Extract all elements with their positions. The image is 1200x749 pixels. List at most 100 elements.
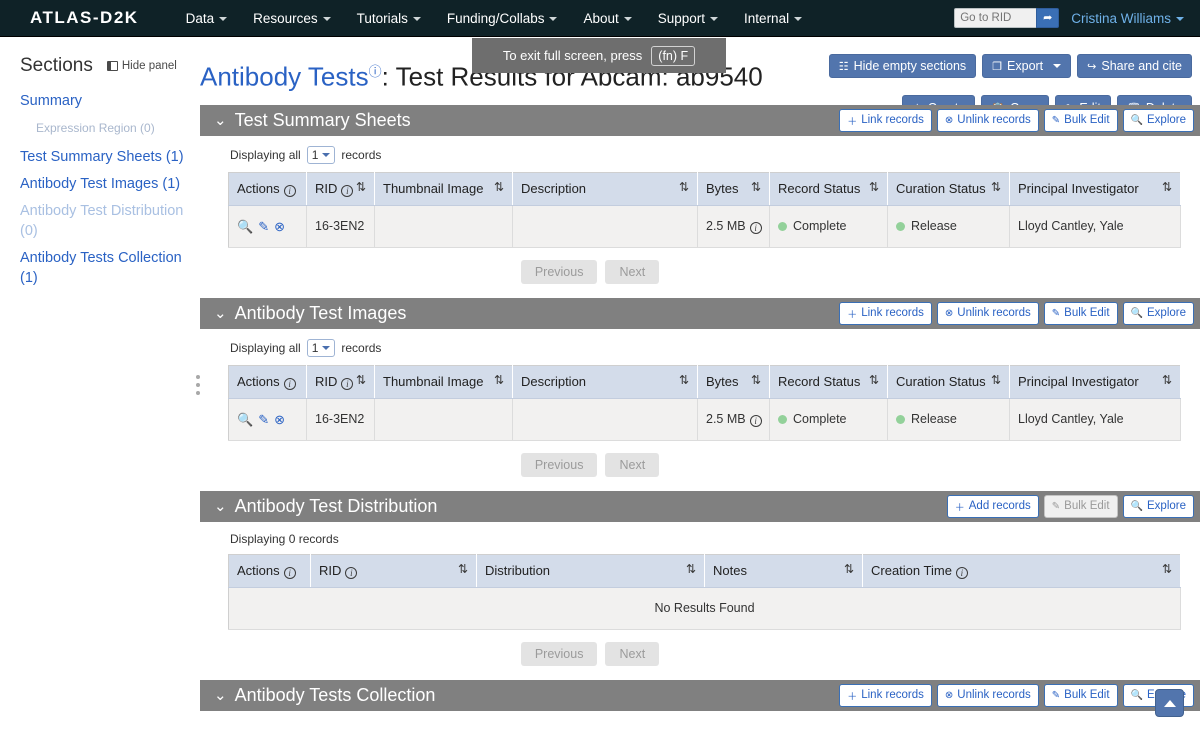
button-label: Unlink records — [957, 689, 1031, 702]
view-icon[interactable]: 🔍 — [237, 413, 253, 426]
sidebar-item-test-summary-sheets-1[interactable]: Test Summary Sheets (1) — [20, 147, 190, 167]
next-page-button[interactable]: Next — [605, 452, 660, 477]
column-header-description[interactable]: Description ⇅ — [512, 365, 698, 399]
previous-page-button[interactable]: Previous — [520, 452, 598, 477]
explore-button[interactable]: 🔍 Explore — [1122, 108, 1194, 132]
go-to-rid-input[interactable] — [954, 8, 1037, 28]
sort-icon[interactable]: ⇅ — [1162, 562, 1172, 576]
records-table-wrapper: Actions i RID i ⇅ Distribution ⇅ Notes ⇅ Creation… — [200, 553, 1200, 630]
page-size-select[interactable]: 1 — [306, 338, 336, 357]
link-records-button[interactable]: ＋ Link records — [839, 301, 932, 325]
sort-icon[interactable]: ⇅ — [679, 181, 689, 194]
table-row: 🔍 ✎ ⊗ 16-3EN2 2.5 MB i Complete Release Lloyd Ca… — [228, 398, 1181, 441]
sort-icon[interactable]: ⇅ — [991, 181, 1001, 194]
column-header-thumbnail-image[interactable]: Thumbnail Image ⇅ — [374, 172, 513, 206]
info-icon[interactable]: i — [283, 184, 296, 197]
go-to-rid-submit-icon[interactable]: ➦ — [1036, 8, 1060, 28]
sidebar-item-antibody-tests-collection-1[interactable]: Antibody Tests Collection (1) — [20, 248, 190, 288]
sort-icon[interactable]: ⇅ — [1162, 374, 1172, 387]
unlink-records-button[interactable]: ⊗ Unlink records — [936, 108, 1039, 132]
previous-page-button[interactable]: Previous — [520, 641, 598, 666]
sort-icon[interactable]: ⇅ — [494, 181, 504, 194]
info-icon[interactable]: i — [341, 184, 354, 197]
pencil-icon[interactable]: ✎ — [258, 413, 269, 426]
pencil-icon[interactable]: ✎ — [258, 220, 269, 233]
sort-icon[interactable]: ⇅ — [356, 180, 366, 194]
nav-item-tutorials[interactable]: Tutorials — [344, 3, 434, 34]
info-icon[interactable]: ⓘ — [369, 64, 382, 79]
view-icon[interactable]: 🔍 — [237, 220, 253, 233]
column-header-rid[interactable]: RID i ⇅ — [306, 365, 375, 399]
column-header-curation-status[interactable]: Curation Status ⇅ — [887, 365, 1010, 399]
bulk-edit-button[interactable]: ✎ Bulk Edit — [1043, 301, 1118, 325]
scroll-to-top-button[interactable] — [1155, 689, 1184, 717]
link-records-button[interactable]: ＋ Link records — [839, 108, 932, 132]
unlink-records-button[interactable]: ⊗ Unlink records — [936, 301, 1039, 325]
previous-page-button[interactable]: Previous — [520, 259, 598, 284]
info-icon[interactable]: i — [341, 377, 354, 390]
column-header-rid[interactable]: RID i ⇅ — [306, 172, 375, 206]
column-header-curation-status[interactable]: Curation Status ⇅ — [887, 172, 1010, 206]
info-icon[interactable]: i — [749, 414, 762, 427]
sort-icon[interactable]: ⇅ — [494, 374, 504, 387]
link-records-button[interactable]: ＋ Link records — [839, 683, 932, 707]
delete-icon[interactable]: ⊗ — [274, 220, 285, 233]
chevron-down-icon[interactable]: ⌄ — [214, 306, 227, 321]
column-header-distribution[interactable]: Distribution ⇅ — [476, 554, 705, 588]
chevron-down-icon[interactable]: ⌄ — [214, 113, 227, 128]
column-header-thumbnail-image[interactable]: Thumbnail Image ⇅ — [374, 365, 513, 399]
info-icon[interactable]: i — [283, 377, 296, 390]
bulk-edit-button[interactable]: ✎ Bulk Edit — [1043, 108, 1118, 132]
column-header-description[interactable]: Description ⇅ — [512, 172, 698, 206]
sort-icon[interactable]: ⇅ — [751, 181, 761, 194]
info-icon[interactable]: i — [749, 221, 762, 234]
nav-item-funding-collabs[interactable]: Funding/Collabs — [434, 3, 571, 34]
nav-item-about[interactable]: About — [570, 3, 644, 34]
column-header-bytes[interactable]: Bytes ⇅ — [697, 365, 770, 399]
sort-icon[interactable]: ⇅ — [458, 562, 468, 576]
sort-icon[interactable]: ⇅ — [844, 563, 854, 576]
info-icon[interactable]: i — [955, 566, 968, 579]
sort-icon[interactable]: ⇅ — [686, 563, 696, 576]
sidebar-item-antibody-test-distribution-0[interactable]: Antibody Test Distribution (0) — [20, 201, 190, 241]
delete-icon[interactable]: ⊗ — [274, 413, 285, 426]
sort-icon[interactable]: ⇅ — [869, 374, 879, 387]
page-title-link[interactable]: Antibody Tests — [200, 62, 369, 92]
nav-item-data[interactable]: Data — [173, 3, 241, 34]
column-header-notes[interactable]: Notes ⇅ — [704, 554, 863, 588]
column-header-rid[interactable]: RID i ⇅ — [310, 554, 477, 588]
nav-item-internal[interactable]: Internal — [731, 3, 815, 34]
nav-item-support[interactable]: Support — [645, 3, 731, 34]
info-icon[interactable]: i — [283, 566, 296, 579]
column-header-record-status[interactable]: Record Status ⇅ — [769, 172, 888, 206]
sidebar-item-antibody-test-images-1[interactable]: Antibody Test Images (1) — [20, 174, 190, 194]
info-icon[interactable]: i — [345, 566, 358, 579]
sidebar-item-expression-region-0[interactable]: Expression Region (0) — [36, 118, 190, 138]
page-size-select[interactable]: 1 — [306, 145, 336, 164]
sort-icon[interactable]: ⇅ — [679, 374, 689, 387]
sort-icon[interactable]: ⇅ — [751, 374, 761, 387]
hide-panel-button[interactable]: Hide panel — [106, 60, 177, 72]
sort-icon[interactable]: ⇅ — [356, 373, 366, 387]
sort-icon[interactable]: ⇅ — [991, 374, 1001, 387]
next-page-button[interactable]: Next — [605, 641, 660, 666]
column-header-principal-investigator[interactable]: Principal Investigator ⇅ — [1009, 172, 1181, 206]
nav-item-resources[interactable]: Resources — [240, 3, 344, 34]
bulk-edit-button[interactable]: ✎ Bulk Edit — [1043, 683, 1118, 707]
column-header-principal-investigator[interactable]: Principal Investigator ⇅ — [1009, 365, 1181, 399]
column-header-creation-time[interactable]: Creation Time i ⇅ — [862, 554, 1181, 588]
add-records-button[interactable]: ＋ Add records — [946, 494, 1039, 518]
column-header-record-status[interactable]: Record Status ⇅ — [769, 365, 888, 399]
sidebar-item-summary[interactable]: Summary — [20, 91, 190, 111]
explore-button[interactable]: 🔍 Explore — [1122, 301, 1194, 325]
brand-logo[interactable]: ATLAS-D2K — [30, 8, 139, 28]
sort-icon[interactable]: ⇅ — [1162, 181, 1172, 194]
explore-button[interactable]: 🔍 Explore — [1122, 494, 1194, 518]
column-header-bytes[interactable]: Bytes ⇅ — [697, 172, 770, 206]
chevron-down-icon[interactable]: ⌄ — [214, 499, 227, 514]
user-menu[interactable]: Cristina Williams — [1071, 11, 1190, 26]
unlink-records-button[interactable]: ⊗ Unlink records — [936, 683, 1039, 707]
next-page-button[interactable]: Next — [605, 259, 660, 284]
sort-icon[interactable]: ⇅ — [869, 181, 879, 194]
chevron-down-icon[interactable]: ⌄ — [214, 688, 227, 703]
